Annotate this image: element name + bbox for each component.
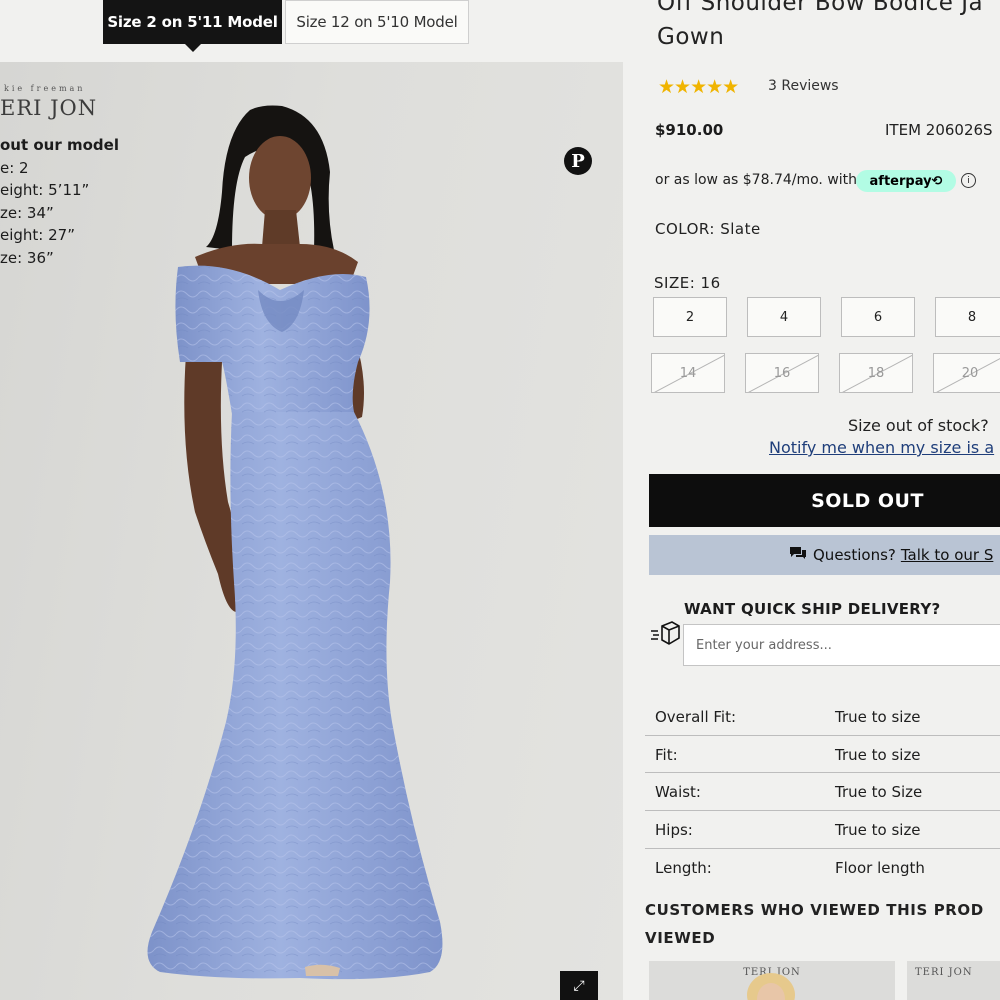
product-title: Off Shoulder Bow Bodice Ja Gown [657,0,983,54]
size-label: SIZE: 16 [654,274,721,292]
expand-icon[interactable]: ⤢ [560,971,598,1000]
size-label-20: 20 [961,365,979,381]
model-stat: ze: 36” [0,248,54,267]
item-number: ITEM 206026S [885,121,993,139]
star-rating-icon[interactable]: ★★★★★ [658,76,739,98]
quick-ship-heading: WANT QUICK SHIP DELIVERY? [684,600,941,618]
size-option-6[interactable]: 6 [841,297,915,337]
recommendations-heading: CUSTOMERS WHO VIEWED THIS PROD VIEWED [645,896,1000,952]
recommendations-heading-line1: CUSTOMERS WHO VIEWED THIS PROD [645,901,984,919]
fit-value: True to size [835,708,921,726]
questions-label: Questions? [813,546,896,564]
brand-tagline: kie freeman [4,84,86,93]
model-info: out our model e: 2 eight: 5’11” ze: 34” … [0,134,119,269]
size-option-4[interactable]: 4 [747,297,821,337]
fit-row: Hips: True to size [645,811,1000,849]
fit-details-table: Overall Fit: True to size Fit: True to s… [645,698,1000,886]
color-label: COLOR: Slate [655,220,761,238]
fit-row: Waist: True to Size [645,773,1000,812]
price: $910.00 [655,121,724,139]
afterpay-text: or as low as $78.74/mo. with [655,172,858,188]
talk-to-stylist-link[interactable]: Talk to our S [901,546,993,564]
size-label-16: 16 [773,365,791,381]
fit-label: Overall Fit: [655,708,737,726]
size-out-of-stock-text: Size out of stock? [848,416,989,435]
model-stat: e: 2 [0,158,29,177]
model-stat: ze: 34” [0,203,54,222]
recommendation-card[interactable]: TERI JON [649,961,895,1000]
fit-value: Floor length [835,858,925,877]
reviews-link[interactable]: 3 Reviews [768,78,839,94]
fit-row: Fit: True to size [645,736,1000,774]
questions-bar[interactable]: Questions? Talk to our S [649,535,1000,575]
fit-value: True to size [835,745,921,764]
size-label-18: 18 [867,365,885,381]
recommendation-brand: TERI JON [915,967,973,978]
recommendation-photo [747,973,795,1000]
model-stat: eight: 5’11” [0,181,90,199]
product-title-line1: Off Shoulder Bow Bodice Ja [657,0,984,16]
fit-label: Length: [655,858,712,877]
recommendations-heading-line2: VIEWED [645,929,716,947]
size-label-14: 14 [679,365,697,381]
model-heading: out our model [0,136,119,154]
product-title-line2: Gown [657,24,725,50]
chat-icon [789,546,807,564]
model-stat: eight: 27” [0,226,75,244]
tab-size-12-model[interactable]: Size 12 on 5'10 Model [285,0,469,44]
size-option-14[interactable]: 14 [651,353,725,393]
info-icon[interactable]: i [961,173,976,188]
size-option-18[interactable]: 18 [839,353,913,393]
sold-out-button[interactable]: SOLD OUT [649,474,1000,527]
brand-logo: ERI JON [0,96,98,120]
size-option-2[interactable]: 2 [653,297,727,337]
shipping-box-icon [651,621,680,645]
fit-value: True to Size [835,783,923,802]
afterpay-badge[interactable]: afterpay⟲ [856,170,956,192]
recommendation-card[interactable]: TERI JON [907,961,1000,1000]
notify-me-link[interactable]: Notify me when my size is a [769,438,994,457]
fit-value: True to size [835,821,921,840]
address-input[interactable] [683,624,1000,666]
fit-label: Fit: [655,745,678,764]
fit-label: Hips: [655,821,693,840]
pinterest-icon[interactable]: P [564,147,592,175]
size-option-16[interactable]: 16 [745,353,819,393]
tab-size-2-model[interactable]: Size 2 on 5'11 Model [103,0,282,52]
size-option-8[interactable]: 8 [935,297,1000,337]
fit-label: Waist: [655,783,701,802]
fit-row: Length: Floor length [645,849,1000,887]
size-option-20[interactable]: 20 [933,353,1000,393]
fit-row: Overall Fit: True to size [645,698,1000,736]
